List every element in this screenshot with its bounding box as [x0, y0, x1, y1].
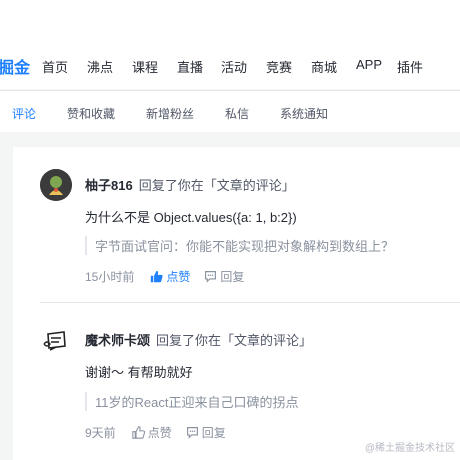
timestamp: 9天前	[85, 426, 116, 440]
tab-messages[interactable]: 私信	[225, 105, 249, 122]
notification-title: 柚子816 回复了你在「文章的评论」	[85, 175, 295, 194]
watermark: @稀土掘金技术社区	[364, 443, 455, 454]
avatar[interactable]	[40, 169, 72, 201]
tab-system-notices[interactable]: 系统通知	[280, 105, 328, 122]
user-name[interactable]: 柚子816	[85, 178, 133, 193]
nav-home[interactable]: 首页	[42, 57, 68, 76]
reply-content: 谢谢～ 有帮助就好	[85, 365, 193, 380]
notification-meta: 15小时前 点赞 回复	[85, 268, 258, 285]
user-name[interactable]: 魔术师卡颂	[85, 333, 150, 348]
nav-store[interactable]: 商城	[311, 57, 337, 76]
action-text: 回复了你在「文章的评论」	[156, 333, 313, 348]
like-button[interactable]: 点赞	[150, 268, 190, 285]
nav-plugins[interactable]: 插件	[397, 57, 423, 76]
nav-contests[interactable]: 竞赛	[266, 57, 292, 76]
reply-content: 为什么不是 Object.values({a: 1, b:2})	[85, 210, 297, 225]
notification-list: 柚子816 回复了你在「文章的评论」 为什么不是 Object.values({a…	[13, 147, 460, 460]
nav-app[interactable]: APP	[356, 57, 382, 72]
site-logo[interactable]: 掘金	[0, 54, 30, 78]
nav-live[interactable]: 直播	[177, 57, 203, 76]
timestamp: 15小时前	[85, 270, 135, 284]
tab-comments[interactable]: 评论	[12, 105, 36, 122]
notification-tabs: 评论 赞和收藏 新增粉丝 私信 系统通知	[0, 90, 460, 132]
notification-title: 魔术师卡颂 回复了你在「文章的评论」	[85, 330, 312, 349]
like-label: 点赞	[147, 426, 172, 440]
reply-label: 回复	[201, 426, 226, 440]
top-navigation: 掘金 首页 沸点 课程 直播 活动 竞赛 商城 APP 插件	[0, 0, 460, 89]
comment-icon	[186, 427, 198, 439]
reply-button[interactable]: 回复	[204, 268, 244, 285]
nav-pins[interactable]: 沸点	[87, 57, 113, 76]
notification-meta: 9天前 点赞 回复	[85, 424, 240, 441]
tab-new-followers[interactable]: 新增粉丝	[146, 105, 194, 122]
quoted-comment[interactable]: 11岁的React正迎来自己口碑的拐点	[85, 392, 298, 411]
tab-likes-collections[interactable]: 赞和收藏	[67, 105, 115, 122]
comment-icon	[205, 271, 217, 283]
avatar[interactable]	[40, 324, 72, 356]
divider	[40, 302, 460, 303]
like-label: 点赞	[166, 270, 191, 284]
reply-label: 回复	[220, 270, 245, 284]
thumbs-up-icon	[131, 426, 145, 439]
action-text: 回复了你在「文章的评论」	[138, 178, 295, 193]
quoted-comment[interactable]: 字节面试官问：你能不能实现把对象解构到数组上？	[85, 236, 394, 255]
nav-events[interactable]: 活动	[221, 57, 247, 76]
nav-courses[interactable]: 课程	[132, 57, 158, 76]
reply-button[interactable]: 回复	[186, 424, 226, 441]
thumbs-up-icon	[151, 270, 163, 283]
like-button[interactable]: 点赞	[131, 424, 172, 441]
